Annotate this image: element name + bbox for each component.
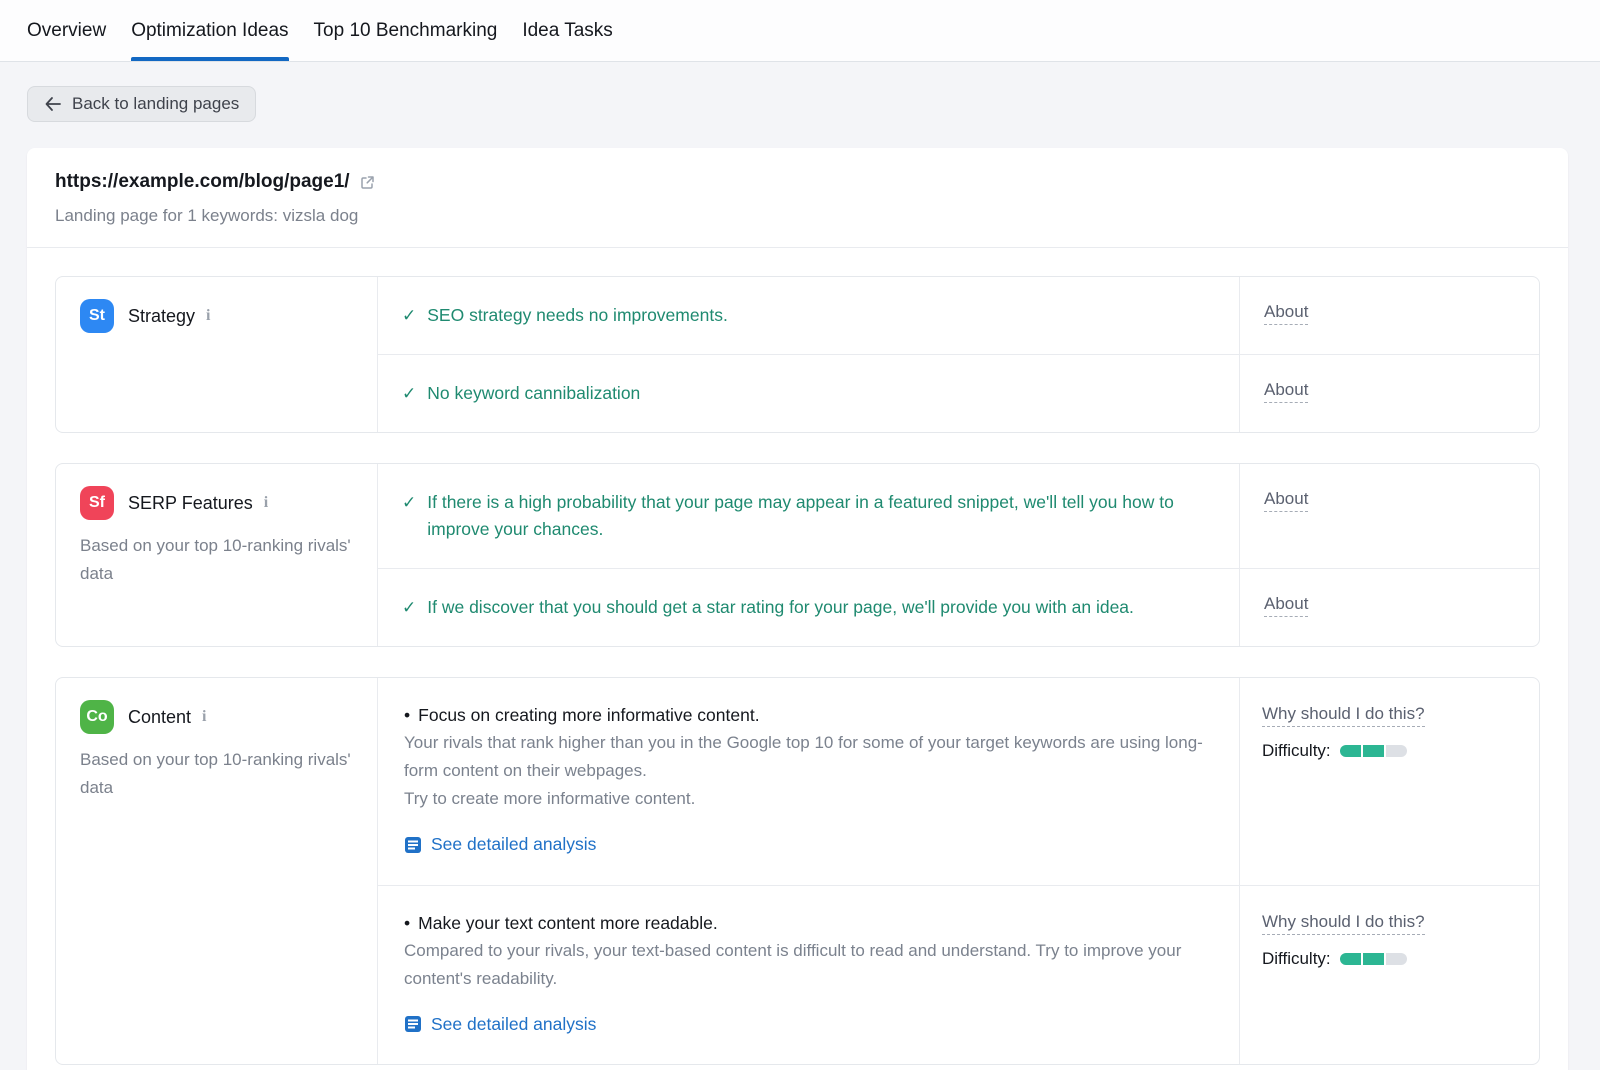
detailed-analysis-icon [404,1015,422,1033]
strategy-badge: St [80,299,114,333]
section-subtitle: Based on your top 10-ranking rivals' dat… [80,746,353,802]
about-link[interactable]: About [1264,380,1308,403]
ideas-list: St Strategy i ✓ SEO strategy needs no im… [27,247,1568,1070]
idea-row: ✓ SEO strategy needs no improvements. Ab… [378,277,1539,354]
section-title: SERP Features [128,493,253,514]
check-icon: ✓ [402,380,416,407]
landing-page-header: https://example.com/blog/page1/ Landing … [27,148,1568,247]
see-detailed-analysis-link[interactable]: See detailed analysis [404,1014,596,1035]
idea-row: ✓ If there is a high probability that yo… [378,464,1539,568]
difficulty-segment [1386,745,1407,757]
check-icon: ✓ [402,594,416,621]
difficulty-segment [1340,745,1361,757]
check-row-text: No keyword cannibalization [427,380,640,407]
check-row-text: If there is a high probability that your… [427,489,1215,543]
idea-row: •Make your text content more readable. C… [378,885,1539,1065]
difficulty-segment [1363,953,1384,965]
difficulty-segment [1340,953,1361,965]
difficulty-indicator: Difficulty: [1262,949,1517,969]
idea-row: •Focus on creating more informative cont… [378,678,1539,885]
info-icon[interactable]: i [264,494,268,512]
tab-overview[interactable]: Overview [27,0,106,61]
serp-features-badge: Sf [80,486,114,520]
info-icon[interactable]: i [202,708,206,726]
about-link[interactable]: About [1264,302,1308,325]
detailed-analysis-icon [404,836,422,854]
section-title: Strategy [128,306,195,327]
arrow-left-icon [44,96,62,112]
why-should-i-do-this-link[interactable]: Why should I do this? [1262,704,1425,727]
bullet-icon: • [404,913,410,933]
landing-page-subtitle: Landing page for 1 keywords: vizsla dog [55,206,1540,226]
idea-description: Your rivals that rank higher than you in… [404,729,1213,813]
difficulty-bar [1340,745,1407,757]
section-serp-features-header: Sf SERP Features i Based on your top 10-… [56,464,378,646]
back-to-landing-pages-button[interactable]: Back to landing pages [27,86,256,122]
section-title: Content [128,707,191,728]
check-icon: ✓ [402,302,416,329]
tab-optimization-ideas[interactable]: Optimization Ideas [131,0,288,61]
idea-title: •Focus on creating more informative cont… [404,702,1213,729]
section-strategy-header: St Strategy i [56,277,378,432]
section-subtitle: Based on your top 10-ranking rivals' dat… [80,532,353,588]
difficulty-segment [1386,953,1407,965]
idea-title: •Make your text content more readable. [404,910,1213,937]
content-badge: Co [80,700,114,734]
page-url-title: https://example.com/blog/page1/ [55,171,350,193]
about-link[interactable]: About [1264,489,1308,512]
difficulty-label: Difficulty: [1262,949,1331,969]
section-serp-features: Sf SERP Features i Based on your top 10-… [55,463,1540,647]
check-row-text: SEO strategy needs no improvements. [427,302,728,329]
idea-row: ✓ No keyword cannibalization About [378,354,1539,432]
difficulty-bar [1340,953,1407,965]
bullet-icon: • [404,705,410,725]
why-should-i-do-this-link[interactable]: Why should I do this? [1262,912,1425,935]
tab-idea-tasks[interactable]: Idea Tasks [522,0,612,61]
check-icon: ✓ [402,489,416,516]
difficulty-indicator: Difficulty: [1262,741,1517,761]
check-row-text: If we discover that you should get a sta… [427,594,1134,621]
idea-row: ✓ If we discover that you should get a s… [378,568,1539,646]
tab-top10-benchmarking[interactable]: Top 10 Benchmarking [314,0,498,61]
see-detailed-analysis-link[interactable]: See detailed analysis [404,834,596,855]
section-strategy: St Strategy i ✓ SEO strategy needs no im… [55,276,1540,433]
info-icon[interactable]: i [206,307,210,325]
external-link-icon[interactable] [359,174,376,191]
difficulty-label: Difficulty: [1262,741,1331,761]
difficulty-segment [1363,745,1384,757]
top-tab-bar: Overview Optimization Ideas Top 10 Bench… [0,0,1600,62]
section-content: Co Content i Based on your top 10-rankin… [55,677,1540,1065]
landing-page-card: https://example.com/blog/page1/ Landing … [27,148,1568,1070]
about-link[interactable]: About [1264,594,1308,617]
back-button-label: Back to landing pages [72,94,239,114]
idea-description: Compared to your rivals, your text-based… [404,937,1213,993]
section-content-header: Co Content i Based on your top 10-rankin… [56,678,378,1064]
